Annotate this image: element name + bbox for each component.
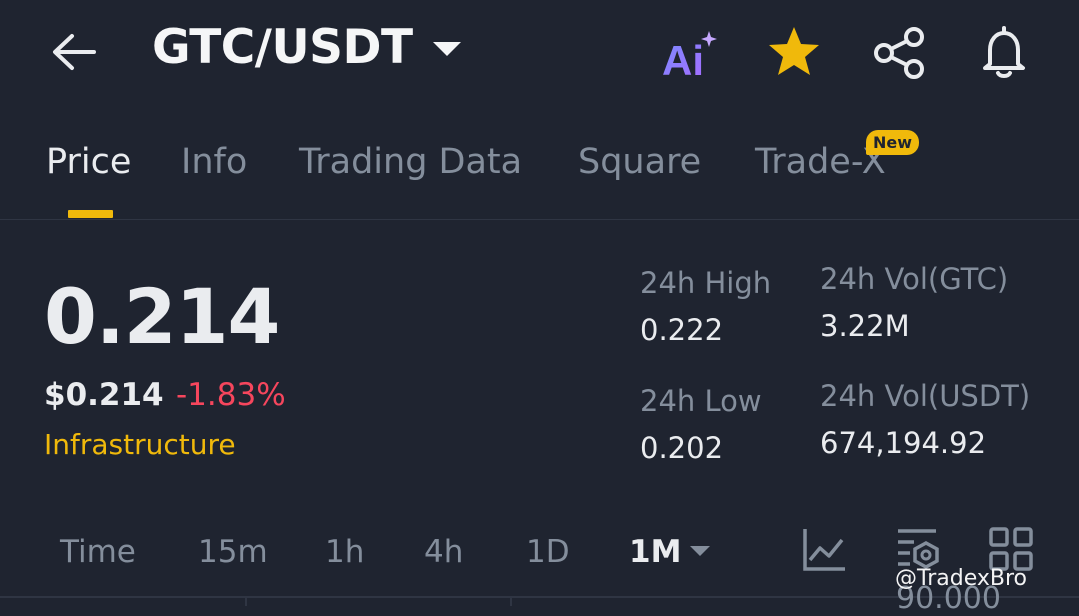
back-arrow-icon[interactable] — [50, 30, 98, 74]
high-value: 0.222 — [640, 313, 724, 347]
new-badge: New — [866, 130, 920, 155]
timeframe-1d[interactable]: 1D — [526, 534, 570, 570]
category-tag[interactable]: Infrastructure — [44, 428, 236, 461]
timeframe-15m[interactable]: 15m — [198, 534, 268, 570]
tab-trading-data[interactable]: Trading Data — [299, 142, 522, 182]
chart-gridline — [510, 597, 512, 606]
vol-base-value: 3.22M — [820, 309, 910, 343]
timeframe-4h[interactable]: 4h — [424, 534, 463, 570]
tabs-divider — [0, 219, 1079, 220]
tab-info[interactable]: Info — [181, 142, 247, 182]
low-value: 0.202 — [640, 431, 724, 465]
timeframe-1h[interactable]: 1h — [325, 534, 364, 570]
low-label: 24h Low — [640, 384, 762, 418]
timeframe-1m[interactable]: 1M — [629, 534, 681, 570]
price-change: -1.83% — [176, 377, 286, 413]
fiat-price: $0.214 — [44, 377, 164, 413]
chart-indicator-icon[interactable] — [802, 526, 848, 572]
tab-price[interactable]: Price — [46, 142, 131, 182]
active-tab-indicator — [68, 210, 113, 218]
share-icon[interactable] — [872, 26, 928, 80]
vol-base-label: 24h Vol(GTC) — [820, 262, 1009, 296]
bell-icon[interactable] — [976, 24, 1032, 80]
ai-icon[interactable]: Ai — [662, 30, 718, 84]
timeframe-time[interactable]: Time — [60, 534, 136, 570]
high-label: 24h High — [640, 266, 772, 300]
last-price: 0.214 — [44, 272, 280, 361]
star-icon[interactable] — [766, 24, 822, 80]
pair-title[interactable]: GTC/USDT — [152, 20, 413, 75]
tab-square[interactable]: Square — [578, 142, 701, 182]
timeframe-dropdown-icon[interactable] — [690, 546, 710, 556]
chart-gridline — [245, 597, 247, 606]
vol-quote-value: 674,194.92 — [820, 426, 987, 460]
watermark: @TradexBro — [895, 566, 1027, 591]
ai-label: Ai — [662, 37, 704, 80]
vol-quote-label: 24h Vol(USDT) — [820, 379, 1031, 413]
dropdown-caret-icon[interactable] — [433, 42, 461, 56]
